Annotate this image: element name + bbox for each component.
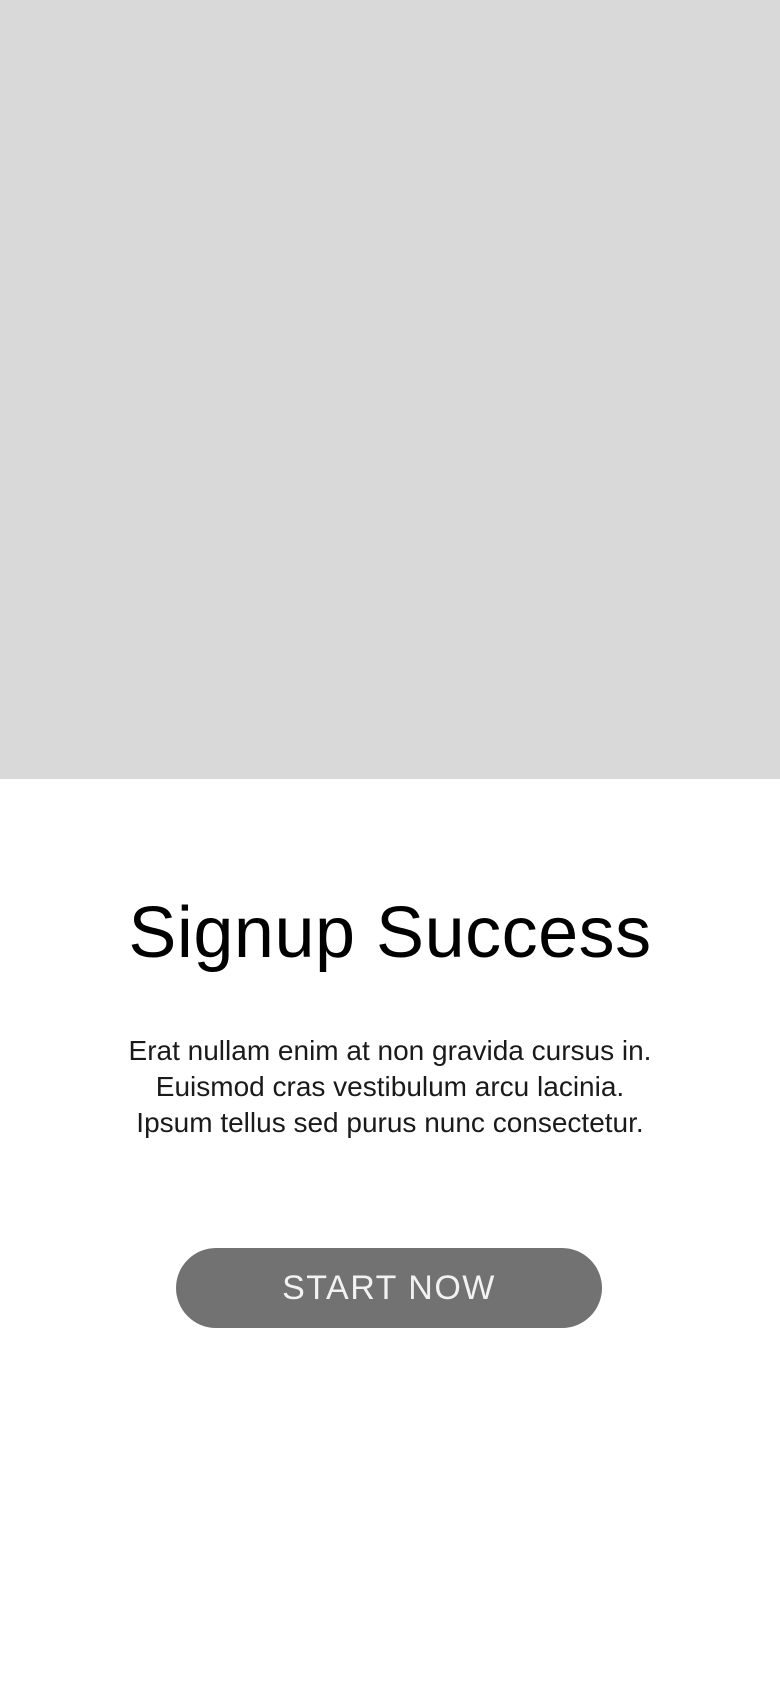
- description-text: Erat nullam enim at non gravida cursus i…: [60, 1033, 720, 1141]
- start-now-button[interactable]: START NOW: [176, 1248, 602, 1328]
- description-line-2: Euismod cras vestibulum arcu lacinia.: [155, 1071, 625, 1102]
- description-line-1: Erat nullam enim at non gravida cursus i…: [128, 1035, 652, 1066]
- page-title: Signup Success: [128, 893, 652, 973]
- content-section: Signup Success Erat nullam enim at non g…: [0, 779, 780, 1688]
- description-line-3: Ipsum tellus sed purus nunc consectetur.: [136, 1107, 644, 1138]
- hero-image-placeholder: [0, 0, 780, 779]
- signup-success-screen: Signup Success Erat nullam enim at non g…: [0, 0, 780, 1688]
